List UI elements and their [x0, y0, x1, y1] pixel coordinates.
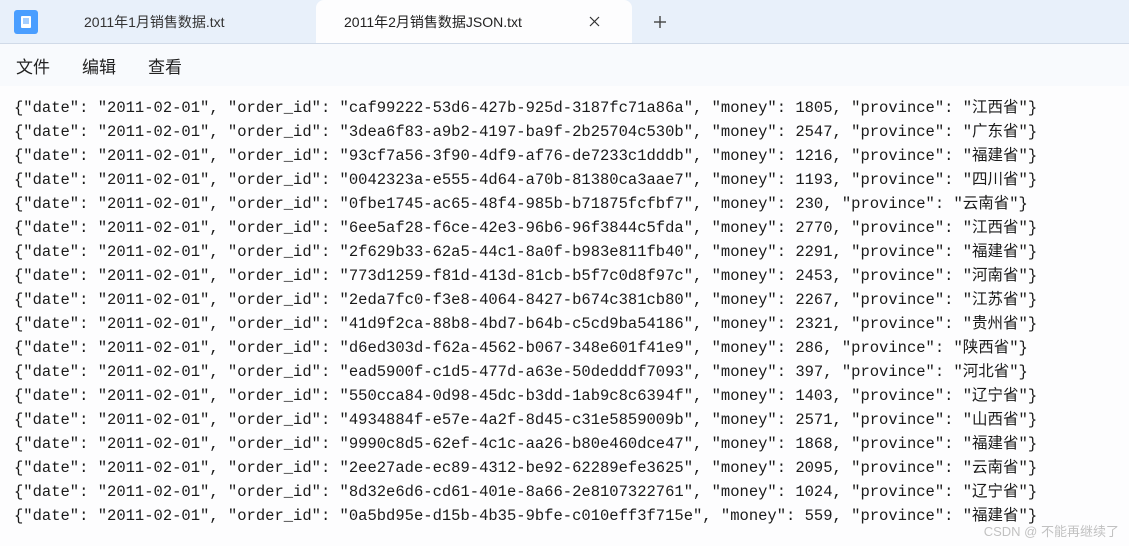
- content-line: {"date": "2011-02-01", "order_id": "ead5…: [14, 360, 1115, 384]
- content-line: {"date": "2011-02-01", "order_id": "2eda…: [14, 288, 1115, 312]
- menu-edit[interactable]: 编辑: [82, 53, 116, 78]
- content-line: {"date": "2011-02-01", "order_id": "d6ed…: [14, 336, 1115, 360]
- tab-bar: 2011年1月销售数据.txt 2011年2月销售数据JSON.txt: [0, 0, 1129, 44]
- content-line: {"date": "2011-02-01", "order_id": "2ee2…: [14, 456, 1115, 480]
- content-line: {"date": "2011-02-01", "order_id": "6ee5…: [14, 216, 1115, 240]
- content-line: {"date": "2011-02-01", "order_id": "0042…: [14, 168, 1115, 192]
- content-line: {"date": "2011-02-01", "order_id": "8d32…: [14, 480, 1115, 504]
- content-line: {"date": "2011-02-01", "order_id": "41d9…: [14, 312, 1115, 336]
- content-line: {"date": "2011-02-01", "order_id": "4934…: [14, 408, 1115, 432]
- menu-bar: 文件 编辑 查看: [0, 44, 1129, 86]
- add-tab-button[interactable]: [642, 4, 678, 40]
- content-line: {"date": "2011-02-01", "order_id": "93cf…: [14, 144, 1115, 168]
- content-line: {"date": "2011-02-01", "order_id": "3dea…: [14, 120, 1115, 144]
- content-line: {"date": "2011-02-01", "order_id": "550c…: [14, 384, 1115, 408]
- text-content[interactable]: {"date": "2011-02-01", "order_id": "caf9…: [0, 86, 1129, 546]
- content-line: {"date": "2011-02-01", "order_id": "773d…: [14, 264, 1115, 288]
- tab-inactive[interactable]: 2011年1月销售数据.txt: [56, 0, 316, 43]
- menu-view[interactable]: 查看: [148, 53, 182, 78]
- content-line: {"date": "2011-02-01", "order_id": "0a5b…: [14, 504, 1115, 528]
- content-line: {"date": "2011-02-01", "order_id": "9990…: [14, 432, 1115, 456]
- tab-label: 2011年1月销售数据.txt: [84, 12, 225, 32]
- content-line: {"date": "2011-02-01", "order_id": "2f62…: [14, 240, 1115, 264]
- menu-file[interactable]: 文件: [16, 53, 50, 78]
- close-icon[interactable]: [586, 13, 604, 31]
- content-line: {"date": "2011-02-01", "order_id": "0fbe…: [14, 192, 1115, 216]
- content-line: {"date": "2011-02-01", "order_id": "caf9…: [14, 96, 1115, 120]
- tab-active[interactable]: 2011年2月销售数据JSON.txt: [316, 0, 632, 43]
- tab-label: 2011年2月销售数据JSON.txt: [344, 12, 522, 32]
- notepad-icon: [14, 10, 38, 34]
- watermark: CSDN @ 不能再继续了: [984, 521, 1119, 540]
